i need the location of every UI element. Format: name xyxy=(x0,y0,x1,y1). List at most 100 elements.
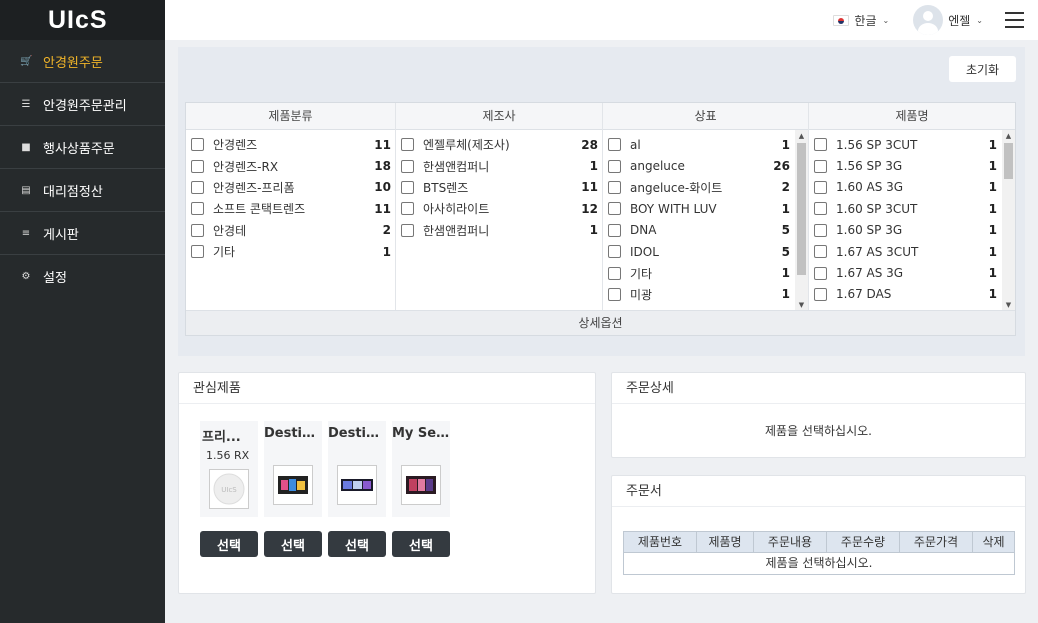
product-card-body[interactable]: My Se... xyxy=(392,421,450,517)
filter-row[interactable]: 1.67 AS 3G 1 xyxy=(809,262,1001,283)
sidebar-item-label: 행사상품주문 xyxy=(43,141,115,157)
favorite-product-card: My Se... 선택 xyxy=(392,421,450,557)
filter-list: 엔젤루체(제조사) 28 한샘앤컴퍼니 1 BTS렌즈 11 아사히라이트 12 한샘앤… xyxy=(396,130,602,241)
checkbox[interactable] xyxy=(814,159,827,173)
scrollbar[interactable]: ▲ ▼ xyxy=(1002,130,1015,311)
filter-row[interactable]: 기타 1 xyxy=(603,262,794,283)
filter-count: 1 xyxy=(781,137,790,152)
sidebar-item-board[interactable]: ≡ 게시판 xyxy=(0,212,165,255)
filter-row[interactable]: 1.60 SP 3G 1 xyxy=(809,220,1001,241)
checkbox[interactable] xyxy=(608,159,621,173)
filter-label: 1.67 DAS xyxy=(836,287,892,302)
select-button[interactable]: 선택 xyxy=(264,531,322,557)
filter-label: BOY WITH LUV xyxy=(630,201,717,216)
sidebar-item-settlement[interactable]: ▤ 대리점정산 xyxy=(0,169,165,212)
filter-row[interactable]: al 1 xyxy=(603,134,794,155)
checkbox[interactable] xyxy=(191,202,204,216)
sidebar-item-eyewear-order[interactable]: 🛒 안경원주문 xyxy=(0,40,165,83)
select-button[interactable]: 선택 xyxy=(392,531,450,557)
filter-row[interactable]: angeluce-화이트 2 xyxy=(603,177,794,198)
checkbox[interactable] xyxy=(814,180,827,194)
column-header: 제품분류 xyxy=(186,103,395,130)
checkbox[interactable] xyxy=(191,138,204,152)
filter-row[interactable]: 한샘앤컴퍼니 1 xyxy=(396,155,602,176)
filter-row[interactable]: 안경테 2 xyxy=(186,220,395,241)
user-menu[interactable]: 엔젤 ⌄ xyxy=(913,5,983,35)
filter-row[interactable]: 한샘앤컴퍼니 1 xyxy=(396,220,602,241)
filter-label: 안경테 xyxy=(213,223,247,238)
filter-label: 안경렌즈-프리폼 xyxy=(213,180,295,195)
checkbox[interactable] xyxy=(608,180,621,194)
filter-row[interactable]: 1.56 SP 3CUT 1 xyxy=(809,134,1001,155)
checkbox[interactable] xyxy=(401,202,414,216)
reset-button[interactable]: 초기화 xyxy=(949,56,1016,82)
checkbox[interactable] xyxy=(401,138,414,152)
filter-row[interactable]: BTS렌즈 11 xyxy=(396,177,602,198)
filter-label: DNA xyxy=(630,223,657,238)
scroll-thumb[interactable] xyxy=(797,143,806,275)
select-button[interactable]: 선택 xyxy=(328,531,386,557)
product-card-body[interactable]: Destin... xyxy=(328,421,386,517)
checkbox[interactable] xyxy=(814,138,827,152)
filter-label: 안경렌즈 xyxy=(213,138,258,153)
filter-row[interactable]: 엔젤루체(제조사) 28 xyxy=(396,134,602,155)
filter-count: 1 xyxy=(988,223,997,238)
filter-row[interactable]: 안경렌즈 11 xyxy=(186,134,395,155)
filter-row[interactable]: 아사히라이트 12 xyxy=(396,198,602,219)
checkbox[interactable] xyxy=(608,266,621,280)
checkbox[interactable] xyxy=(191,180,204,194)
product-card-body[interactable]: 프리... 1.56 RX UIcS xyxy=(200,421,258,517)
filter-row[interactable]: 안경렌즈-RX 18 xyxy=(186,155,395,176)
checkbox[interactable] xyxy=(191,223,204,237)
checkbox[interactable] xyxy=(608,138,621,152)
checkbox[interactable] xyxy=(608,223,621,237)
scrollbar[interactable]: ▲ ▼ xyxy=(795,130,808,311)
logo[interactable]: UIcS xyxy=(0,0,165,40)
checkbox[interactable] xyxy=(191,245,204,259)
checkbox[interactable] xyxy=(814,202,827,216)
checkbox[interactable] xyxy=(814,287,827,301)
filter-count: 1 xyxy=(988,266,997,281)
hamburger-menu-icon[interactable] xyxy=(1005,12,1024,28)
filter-row[interactable]: 안경렌즈-프리폼 10 xyxy=(186,177,395,198)
checkbox[interactable] xyxy=(608,245,621,259)
sidebar-item-event-order[interactable]: ■ 행사상품주문 xyxy=(0,126,165,169)
filter-row[interactable]: angeluce 26 xyxy=(603,155,794,176)
checkbox[interactable] xyxy=(814,223,827,237)
detail-options-toggle[interactable]: 상세옵션 xyxy=(186,310,1015,335)
filter-row[interactable]: 1.56 SP 3G 1 xyxy=(809,155,1001,176)
language-selector[interactable]: 한글 ⌄ xyxy=(833,12,889,29)
filter-list: 1.56 SP 3CUT 1 1.56 SP 3G 1 1.60 AS 3G 1 1.… xyxy=(809,130,1015,305)
filter-label: 아사히라이트 xyxy=(423,202,490,217)
checkbox[interactable] xyxy=(401,159,414,173)
filter-count: 10 xyxy=(374,180,391,195)
filter-label: 1.67 AS 3G xyxy=(836,266,904,281)
filter-row[interactable]: BOY WITH LUV 1 xyxy=(603,198,794,219)
filter-row[interactable]: 1.67 DAS 1 xyxy=(809,284,1001,305)
checkbox[interactable] xyxy=(814,245,827,259)
select-button[interactable]: 선택 xyxy=(200,531,258,557)
filter-row[interactable]: 미광 1 xyxy=(603,284,794,305)
cart-icon: ■ xyxy=(21,141,31,153)
filter-row[interactable]: 소프트 콘택트렌즈 11 xyxy=(186,198,395,219)
filter-row[interactable]: 1.60 SP 3CUT 1 xyxy=(809,198,1001,219)
filter-row[interactable]: 1.67 AS 3CUT 1 xyxy=(809,241,1001,262)
product-thumbnail xyxy=(401,465,441,505)
checkbox[interactable] xyxy=(608,202,621,216)
checkbox[interactable] xyxy=(608,287,621,301)
filter-row[interactable]: 기타 1 xyxy=(186,241,395,262)
checkbox[interactable] xyxy=(401,180,414,194)
scroll-up-icon[interactable]: ▲ xyxy=(1002,130,1015,142)
sidebar-item-settings[interactable]: ⚙ 설정 xyxy=(0,255,165,298)
scroll-up-icon[interactable]: ▲ xyxy=(795,130,808,142)
product-card-body[interactable]: Destin... xyxy=(264,421,322,517)
sidebar-item-order-management[interactable]: ☰ 안경원주문관리 xyxy=(0,83,165,126)
checkbox[interactable] xyxy=(401,223,414,237)
filter-count: 1 xyxy=(589,159,598,174)
filter-row[interactable]: 1.60 AS 3G 1 xyxy=(809,177,1001,198)
scroll-thumb[interactable] xyxy=(1004,143,1013,179)
filter-row[interactable]: IDOL 5 xyxy=(603,241,794,262)
filter-row[interactable]: DNA 5 xyxy=(603,220,794,241)
checkbox[interactable] xyxy=(814,266,827,280)
checkbox[interactable] xyxy=(191,159,204,173)
